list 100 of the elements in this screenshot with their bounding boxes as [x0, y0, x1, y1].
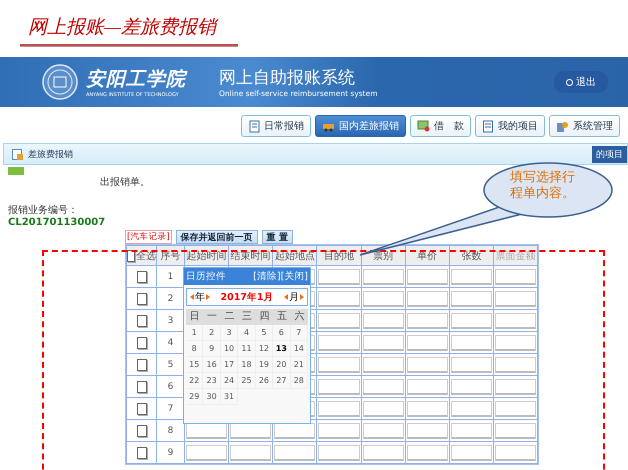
input-field[interactable] — [362, 334, 404, 350]
input-field[interactable] — [494, 444, 536, 460]
row-checkbox[interactable] — [136, 402, 146, 414]
input-field[interactable] — [230, 444, 272, 460]
input-field[interactable] — [362, 290, 404, 306]
input-field[interactable] — [406, 378, 448, 394]
calendar-day[interactable]: 16 — [203, 357, 221, 373]
calendar-day[interactable]: 19 — [256, 357, 274, 373]
input-field[interactable] — [318, 290, 360, 306]
calendar-day[interactable]: 20 — [273, 357, 291, 373]
calendar-day[interactable]: 24 — [220, 373, 238, 389]
input-field[interactable] — [450, 290, 492, 306]
row-checkbox[interactable] — [136, 424, 146, 436]
input-field[interactable] — [362, 312, 404, 328]
calendar-day[interactable]: 11 — [238, 341, 256, 357]
calendar-day[interactable]: 4 — [238, 325, 256, 341]
input-field[interactable] — [494, 378, 536, 394]
input-field[interactable] — [450, 268, 492, 284]
clear-link[interactable]: [清除] — [253, 270, 281, 283]
row-checkbox[interactable] — [136, 292, 146, 304]
input-field[interactable] — [362, 444, 404, 460]
input-field[interactable] — [494, 400, 536, 416]
input-field[interactable] — [406, 422, 448, 438]
input-field[interactable] — [406, 334, 448, 350]
section-tab[interactable]: 的项目 — [592, 146, 627, 162]
calendar-day[interactable]: 26 — [256, 373, 274, 389]
input-field[interactable] — [362, 422, 404, 438]
input-field[interactable] — [406, 312, 448, 328]
nav-button[interactable]: 我的项目 — [475, 115, 545, 137]
calendar-day[interactable]: 14 — [290, 341, 308, 357]
input-field[interactable] — [186, 444, 228, 460]
row-checkbox[interactable] — [136, 358, 146, 370]
input-field[interactable] — [406, 290, 448, 306]
calendar-day[interactable]: 23 — [203, 373, 221, 389]
input-field[interactable] — [494, 422, 536, 438]
calendar-day[interactable]: 29 — [186, 389, 204, 405]
input-field[interactable] — [494, 290, 536, 306]
input-field[interactable] — [318, 312, 360, 328]
input-field[interactable] — [318, 334, 360, 350]
input-field[interactable] — [406, 444, 448, 460]
previous-button[interactable] — [190, 294, 194, 300]
calendar-day[interactable]: 21 — [290, 357, 308, 373]
logout-button[interactable]: 退出 — [554, 71, 608, 93]
input-field[interactable] — [362, 356, 404, 372]
calendar-day[interactable]: 18 — [238, 357, 256, 373]
input-field[interactable] — [450, 378, 492, 394]
input-field[interactable] — [406, 400, 448, 416]
next-button[interactable] — [206, 294, 210, 300]
calendar-day[interactable]: 31 — [220, 389, 238, 405]
input-field[interactable] — [450, 312, 492, 328]
input-field[interactable] — [274, 444, 316, 460]
calendar-day[interactable]: 8 — [186, 341, 204, 357]
input-field[interactable] — [318, 378, 360, 394]
input-field[interactable] — [362, 400, 404, 416]
next-button[interactable] — [300, 294, 304, 300]
input-field[interactable] — [450, 444, 492, 460]
calendar-day[interactable]: 12 — [256, 341, 274, 357]
calendar-day[interactable]: 22 — [186, 373, 204, 389]
input-field[interactable] — [318, 356, 360, 372]
calendar-day[interactable]: 10 — [220, 341, 238, 357]
input-field[interactable] — [406, 356, 448, 372]
input-field[interactable] — [362, 378, 404, 394]
nav-button[interactable]: 国内差旅报销 — [315, 115, 406, 137]
nav-button[interactable]: 借 款 — [410, 115, 471, 137]
row-checkbox[interactable] — [136, 336, 146, 348]
input-field[interactable] — [318, 268, 360, 284]
input-field[interactable] — [318, 444, 360, 460]
row-checkbox[interactable] — [136, 270, 146, 282]
previous-button[interactable] — [284, 294, 288, 300]
calendar-day[interactable]: 27 — [273, 373, 291, 389]
input-field[interactable] — [450, 400, 492, 416]
calendar-day[interactable]: 6 — [273, 325, 291, 341]
calendar-day[interactable]: 2 — [203, 325, 221, 341]
calendar-day[interactable]: 9 — [203, 341, 221, 357]
input-field[interactable] — [318, 422, 360, 438]
calendar-day[interactable]: 3 — [220, 325, 238, 341]
calendar-day[interactable]: 30 — [203, 389, 221, 405]
calendar-day[interactable]: 1 — [186, 325, 204, 341]
input-field[interactable] — [494, 356, 536, 372]
input-field[interactable] — [450, 356, 492, 372]
record-link[interactable]: [汽车记录] — [125, 230, 172, 244]
calendar-day[interactable]: 7 — [290, 325, 308, 341]
input-field[interactable] — [494, 268, 536, 284]
input-field[interactable] — [450, 334, 492, 350]
input-field[interactable] — [494, 334, 536, 350]
input-field[interactable] — [450, 422, 492, 438]
nav-button[interactable]: 系统管理 — [549, 115, 620, 137]
calendar-day[interactable]: 25 — [238, 373, 256, 389]
select-all-checkbox[interactable] — [127, 250, 135, 262]
nav-button[interactable]: 日常报销 — [241, 115, 311, 137]
calendar-day[interactable]: 15 — [186, 357, 204, 373]
input-field[interactable] — [362, 268, 404, 284]
toolbar-button[interactable]: 保存并返回前一页 — [176, 230, 258, 244]
close-link[interactable]: [关闭] — [280, 270, 308, 283]
row-checkbox[interactable] — [136, 446, 146, 458]
input-field[interactable] — [494, 312, 536, 328]
input-field[interactable] — [318, 400, 360, 416]
input-field[interactable] — [406, 268, 448, 284]
toolbar-button[interactable]: 重 置 — [262, 230, 293, 244]
calendar-day[interactable]: 5 — [256, 325, 274, 341]
